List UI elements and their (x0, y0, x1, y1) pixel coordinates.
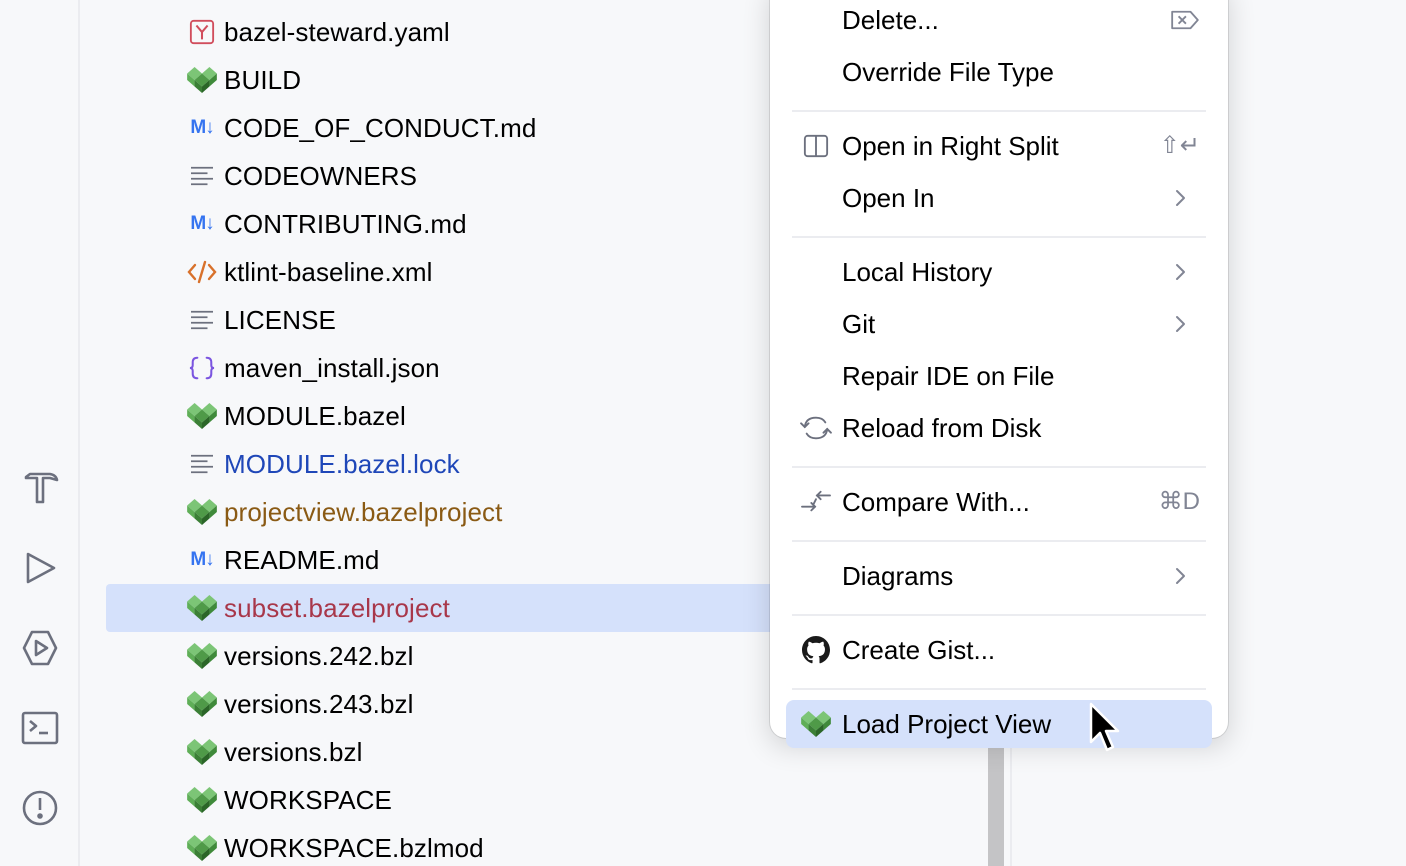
yaml-icon (186, 18, 218, 46)
github-icon (800, 634, 832, 666)
chevron-right-icon (1168, 312, 1192, 336)
tree-item-label: projectview.bazelproject (224, 497, 503, 527)
chevron-right-icon (1168, 186, 1192, 210)
menu-item-label: Compare With... (842, 487, 1030, 517)
delete-key-icon (1170, 0, 1200, 44)
markdown-icon: M↓ (190, 213, 214, 234)
bazel-icon (186, 738, 218, 766)
menu-item-label: Open in Right Split (842, 131, 1059, 161)
mouse-cursor-icon (1089, 702, 1120, 752)
problems-tool-button[interactable] (16, 784, 64, 832)
tree-item-label: versions.242.bzl (224, 641, 414, 671)
menu-item-open-in[interactable]: Open In (786, 174, 1212, 222)
tool-window-strip (0, 0, 80, 866)
split-view-icon (800, 130, 832, 162)
menu-item-shortcut: ⌘D (1158, 488, 1200, 515)
tree-item-label: ktlint-baseline.xml (224, 257, 433, 287)
menu-item-label: Delete... (842, 5, 939, 35)
bazel-icon (800, 708, 832, 740)
build-tool-button[interactable] (16, 464, 64, 512)
tree-item-label: BUILD (224, 65, 302, 95)
menu-item-open-in-right-split[interactable]: Open in Right Split ⇧↵ (786, 122, 1212, 170)
menu-item-repair-ide-on-file[interactable]: Repair IDE on File (786, 352, 1212, 400)
text-file-icon (186, 306, 218, 334)
markdown-icon: M↓ (190, 549, 214, 570)
menu-item-label: Reload from Disk (842, 413, 1042, 443)
menu-item-label: Load Project View (842, 709, 1052, 739)
terminal-tool-button[interactable] (16, 704, 64, 752)
reload-icon (800, 412, 832, 444)
menu-item-label: Override File Type (842, 57, 1054, 87)
menu-separator (792, 614, 1206, 616)
menu-item-override-file-type[interactable]: Override File Type (786, 48, 1212, 96)
tree-item-label: MODULE.bazel.lock (224, 449, 460, 479)
menu-item-create-gist[interactable]: Create Gist... (786, 626, 1212, 674)
tree-item-label: MODULE.bazel (224, 401, 406, 431)
markdown-icon: M↓ (190, 117, 214, 138)
tree-item-label: bazel-steward.yaml (224, 17, 450, 47)
context-menu: Delete... Override File Type Open in Right… (770, 0, 1228, 748)
tree-item-label: WORKSPACE.bzlmod (224, 833, 484, 863)
bazel-icon (186, 690, 218, 718)
bazel-icon (186, 594, 218, 622)
menu-separator (792, 688, 1206, 690)
bazel-icon (186, 66, 218, 94)
menu-item-label: Git (842, 309, 876, 339)
menu-separator (792, 236, 1206, 238)
xml-icon (186, 258, 218, 286)
menu-item-load-project-view[interactable]: Load Project View (786, 700, 1212, 748)
menu-item-label: Create Gist... (842, 635, 996, 665)
bazel-icon (186, 402, 218, 430)
menu-item-reload-from-disk[interactable]: Reload from Disk (786, 404, 1212, 452)
chevron-right-icon (1168, 260, 1192, 284)
tree-item-label: subset.bazelproject (224, 593, 450, 623)
menu-item-compare-with[interactable]: Compare With... ⌘D (786, 478, 1212, 526)
tree-item-label: versions.bzl (224, 737, 363, 767)
text-file-icon (186, 450, 218, 478)
compare-icon (800, 486, 832, 518)
play-icon (26, 552, 56, 584)
tree-item-label: CONTRIBUTING.md (224, 209, 467, 239)
menu-separator (792, 466, 1206, 468)
menu-item-label: Diagrams (842, 561, 954, 591)
services-tool-button[interactable] (16, 624, 64, 672)
menu-separator (792, 110, 1206, 112)
bazel-icon (186, 834, 218, 862)
menu-separator (792, 540, 1206, 542)
exclamation-circle-icon (22, 790, 58, 826)
tree-item-label: LICENSE (224, 305, 336, 335)
hammer-icon (24, 472, 59, 504)
bazel-icon (186, 642, 218, 670)
bazel-icon (186, 786, 218, 814)
tree-item-label: CODE_OF_CONDUCT.md (224, 113, 537, 143)
bazel-icon (186, 498, 218, 526)
tree-item-label: CODEOWNERS (224, 161, 418, 191)
json-icon (186, 354, 218, 382)
hexagon-play-icon (22, 630, 58, 666)
chevron-right-icon (1168, 564, 1192, 588)
menu-item-label: Repair IDE on File (842, 361, 1055, 391)
tree-item-label: README.md (224, 545, 380, 575)
tree-item[interactable]: WORKSPACE (106, 776, 990, 824)
terminal-icon (21, 711, 59, 745)
menu-item-label: Local History (842, 257, 993, 287)
text-file-icon (186, 162, 218, 190)
tree-item-label: WORKSPACE (224, 785, 392, 815)
tree-item-label: versions.243.bzl (224, 689, 414, 719)
menu-item-diagrams[interactable]: Diagrams (786, 552, 1212, 600)
menu-item-git[interactable]: Git (786, 300, 1212, 348)
menu-item-delete[interactable]: Delete... (786, 0, 1212, 44)
tree-item-label: maven_install.json (224, 353, 440, 383)
menu-item-local-history[interactable]: Local History (786, 248, 1212, 296)
menu-item-shortcut: ⇧↵ (1159, 132, 1200, 159)
run-tool-button[interactable] (16, 544, 64, 592)
tree-item[interactable]: WORKSPACE.bzlmod (106, 824, 990, 866)
menu-item-label: Open In (842, 183, 935, 213)
